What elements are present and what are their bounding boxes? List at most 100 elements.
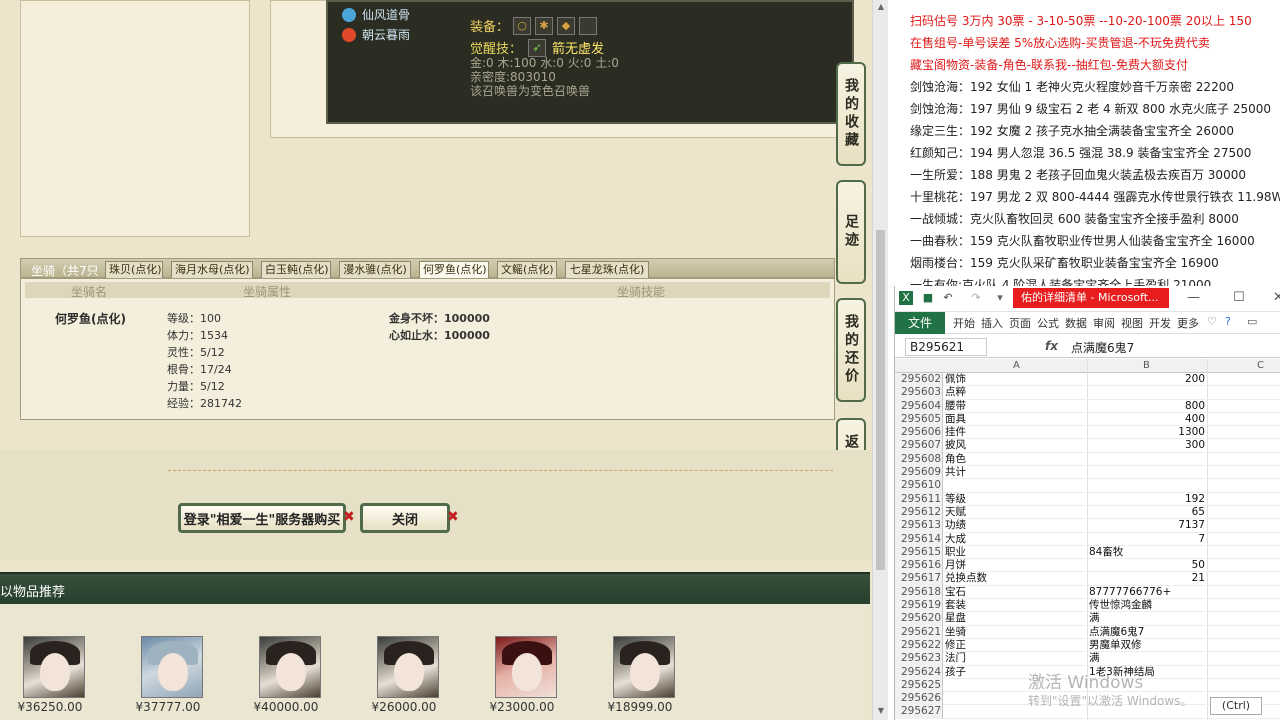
recommend-item[interactable]: ¥36250.00 (18, 636, 85, 714)
character-avatar[interactable] (23, 636, 85, 698)
cell-b[interactable]: 200 (1089, 373, 1205, 386)
character-avatar[interactable] (613, 636, 675, 698)
row-number[interactable]: 295625 (895, 678, 943, 693)
character-avatar[interactable] (259, 636, 321, 698)
table-row[interactable]: 295607 披风 300 (895, 439, 1280, 453)
close-window-icon[interactable]: ✕ (1273, 290, 1280, 305)
cell-a[interactable]: 坐骑 (945, 626, 1087, 639)
row-number[interactable]: 295613 (895, 519, 943, 533)
row-number[interactable]: 295608 (895, 452, 943, 467)
cell-a[interactable]: 修正 (945, 639, 1087, 652)
tab-mount-0[interactable]: 珠贝(点化) (105, 261, 163, 278)
tab-mount-4[interactable]: 何罗鱼(点化) (419, 261, 489, 278)
row-number[interactable]: 295609 (895, 466, 943, 480)
cell-a[interactable]: 星盘 (945, 612, 1087, 625)
cell-b[interactable]: 84畜牧 (1089, 546, 1205, 559)
cell-a[interactable]: 面具 (945, 413, 1087, 426)
cell-a[interactable]: 腰带 (945, 400, 1087, 413)
cell-b[interactable]: 传世惊鸿金麟 (1089, 599, 1205, 612)
cell-b[interactable]: 50 (1089, 559, 1205, 572)
tab-home[interactable]: 开始 (953, 315, 975, 331)
formula-input[interactable]: 点满魔6鬼7 (1071, 339, 1134, 356)
file-tab[interactable]: 文件 (895, 312, 945, 334)
table-row[interactable]: 295615 职业 84畜牧 (895, 545, 1280, 560)
scroll-thumb[interactable] (876, 230, 885, 570)
page-scrollbar[interactable]: ▲ ▼ (872, 0, 888, 720)
row-number[interactable]: 295627 (895, 705, 943, 719)
cell-b[interactable]: 21 (1089, 572, 1205, 585)
cell-b[interactable]: 400 (1089, 413, 1205, 426)
table-row[interactable]: 295602 佩饰 200 (895, 373, 1280, 387)
character-avatar[interactable] (495, 636, 557, 698)
tab-page[interactable]: 页面 (1009, 315, 1031, 331)
tab-mount-5[interactable]: 文鳐(点化) (497, 261, 557, 278)
table-row[interactable]: 295617 兑换点数 21 (895, 572, 1280, 586)
cell-a[interactable]: 法门 (945, 652, 1087, 665)
cell-b[interactable]: 点满魔6鬼7 (1089, 626, 1205, 639)
row-number[interactable]: 295606 (895, 426, 943, 440)
recommend-item[interactable]: ¥37777.00 (136, 636, 203, 714)
table-row[interactable]: 295606 挂件 1300 (895, 426, 1280, 440)
table-row[interactable]: 295605 面具 400 (895, 412, 1280, 427)
help-icon[interactable]: ? (1225, 315, 1231, 328)
login-server-buy-button[interactable]: 登录"相爱一生"服务器购买 (178, 503, 346, 533)
recommend-item[interactable]: ¥40000.00 (254, 636, 321, 714)
character-avatar[interactable] (141, 636, 203, 698)
cell-a[interactable]: 共计 (945, 466, 1087, 479)
cell-b[interactable]: 满 (1089, 612, 1205, 625)
row-number[interactable]: 295612 (895, 505, 943, 520)
cell-a[interactable]: 宝石 (945, 586, 1087, 599)
table-row[interactable]: 295622 修正 男魔单双修 (895, 638, 1280, 653)
redo-icon[interactable]: ↷ (969, 291, 983, 305)
cell-a[interactable]: 兑换点数 (945, 572, 1087, 585)
table-row[interactable]: 295613 功绩 7137 (895, 519, 1280, 533)
row-number[interactable]: 295624 (895, 665, 943, 679)
close-button[interactable]: 关闭 (360, 503, 450, 533)
cell-a[interactable]: 佩饰 (945, 373, 1087, 386)
cell-a[interactable]: 职业 (945, 546, 1087, 559)
column-header-b[interactable]: B (1143, 360, 1150, 371)
row-number[interactable]: 295603 (895, 386, 943, 400)
row-number[interactable]: 295617 (895, 572, 943, 586)
cell-a[interactable]: 天赋 (945, 506, 1087, 519)
row-number[interactable]: 295607 (895, 439, 943, 453)
cell-a[interactable]: 点粹 (945, 386, 1087, 399)
cell-a[interactable]: 挂件 (945, 426, 1087, 439)
minimize-icon[interactable]: — (1187, 290, 1200, 305)
row-number[interactable]: 295618 (895, 585, 943, 600)
table-row[interactable]: 295604 腰带 800 (895, 399, 1280, 413)
undo-icon[interactable]: ↶ (941, 291, 955, 305)
name-box[interactable]: B295621 (905, 338, 987, 356)
fx-icon[interactable]: fx (1045, 339, 1058, 353)
cell-a[interactable]: 角色 (945, 453, 1087, 466)
cell-b[interactable]: 7 (1089, 533, 1205, 546)
row-number[interactable]: 295610 (895, 479, 943, 493)
row-number[interactable]: 295619 (895, 599, 943, 613)
column-header-a[interactable]: A (1013, 360, 1020, 371)
scroll-up-icon[interactable]: ▲ (876, 2, 886, 11)
tab-data[interactable]: 数据 (1065, 315, 1087, 331)
ribbon-collapse-icon[interactable]: ♡ (1207, 315, 1217, 328)
tab-mount-3[interactable]: 漫水骓(点化) (339, 261, 411, 278)
cell-a[interactable]: 披风 (945, 439, 1087, 452)
recommend-item[interactable]: ¥23000.00 (490, 636, 557, 714)
tab-more[interactable]: 更多 (1177, 315, 1199, 331)
cell-a[interactable]: 等级 (945, 493, 1087, 506)
row-number[interactable]: 295615 (895, 545, 943, 560)
recommend-item[interactable]: ¥18999.00 (608, 636, 675, 714)
tab-mount-1[interactable]: 海月水母(点化) (171, 261, 253, 278)
row-number[interactable]: 295626 (895, 692, 943, 706)
table-row[interactable]: 295611 等级 192 (895, 492, 1280, 506)
table-row[interactable]: 295603 点粹 (895, 386, 1280, 400)
cell-b[interactable]: 1300 (1089, 426, 1205, 439)
row-number[interactable]: 295602 (895, 373, 943, 387)
table-row[interactable]: 295621 坐骑 点满魔6鬼7 (895, 625, 1280, 639)
cell-b[interactable]: 7137 (1089, 519, 1205, 532)
table-row[interactable]: 295609 共计 (895, 466, 1280, 480)
column-header-c[interactable]: C (1257, 360, 1264, 371)
cell-b[interactable]: 男魔单双修 (1089, 639, 1205, 652)
cell-b[interactable]: 300 (1089, 439, 1205, 452)
row-number[interactable]: 295604 (895, 399, 943, 413)
recommend-item[interactable]: ¥26000.00 (372, 636, 439, 714)
qat-dropdown-icon[interactable]: ▾ (993, 291, 1007, 305)
